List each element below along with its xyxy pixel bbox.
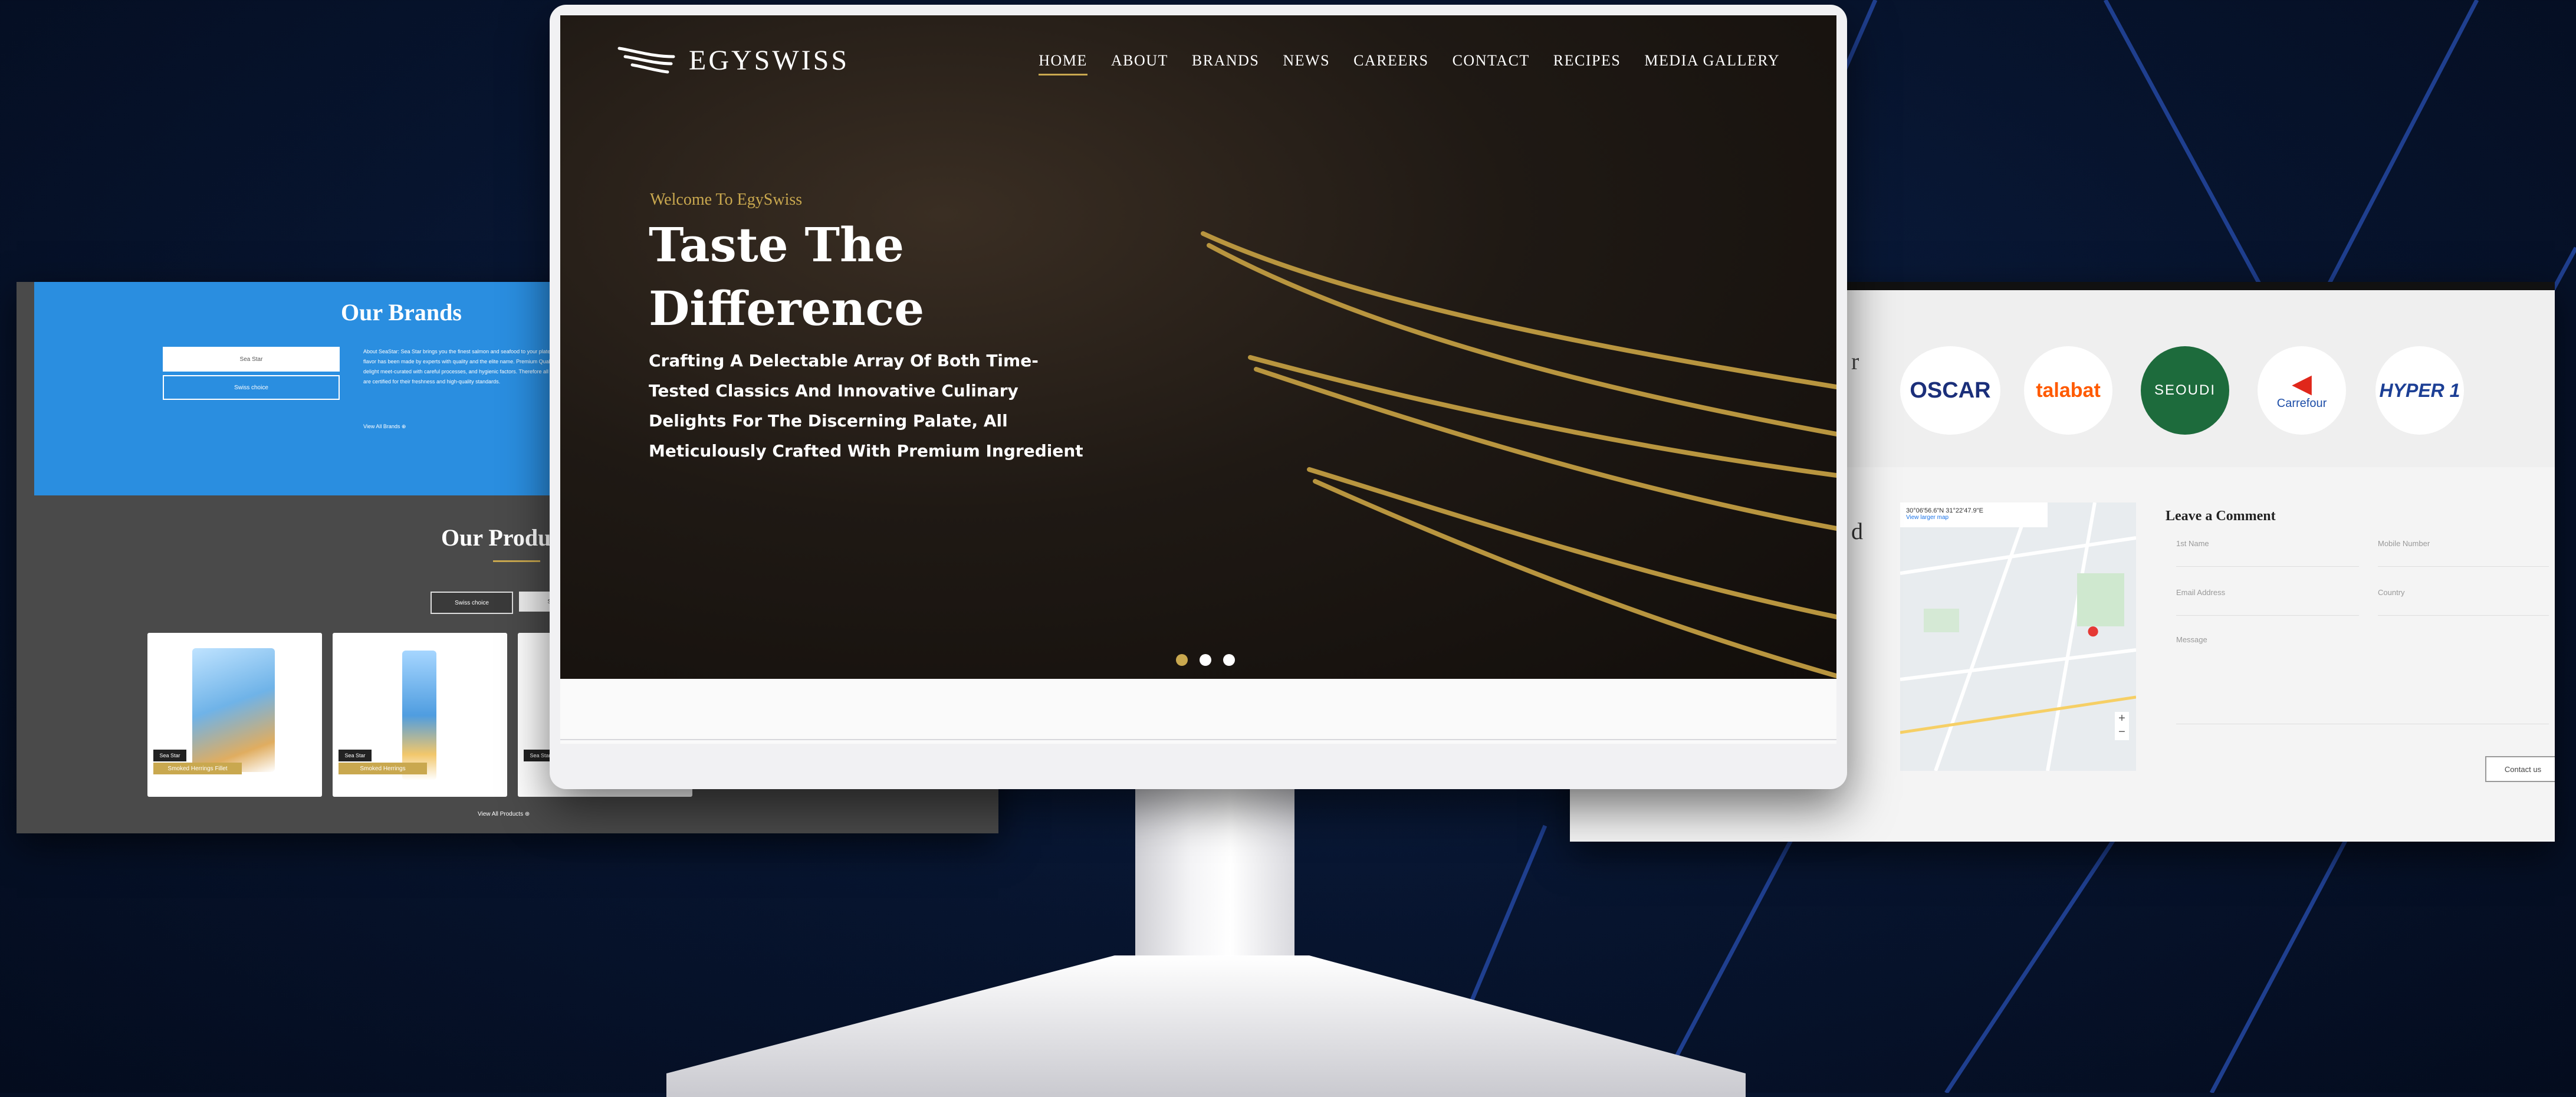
hero-subtitle: Crafting A Delectable Array Of Both Time… [649,351,1083,461]
wing-logo-decoration [1201,231,1836,678]
product-card[interactable]: Sea Star Smoked Herrings Fillet [147,633,322,797]
partners-heading-fragment: r [1851,348,1859,375]
message-field[interactable]: Message [2176,635,2549,724]
brands-title: Our Brands [341,299,462,326]
wing-logo-icon [617,47,675,74]
partner-logo-seoudi[interactable]: SEOUDI [2141,346,2229,435]
brand-button-swiss-choice[interactable]: Swiss choice [163,375,340,400]
site-brand[interactable]: EGYSWISS [617,44,849,77]
product-card[interactable]: Sea Star Smoked Herrings [333,633,507,797]
carrefour-logo-text: Carrefour [2276,396,2327,410]
nav-item-contact[interactable]: CONTACT [1453,52,1530,70]
hero-welcome: Welcome To EgySwiss [650,191,803,209]
product-caption: Smoked Herrings Fillet [153,763,242,774]
email-field[interactable]: Email Address [2176,588,2359,616]
view-all-brands-link[interactable]: View All Brands ⊕ [363,423,406,430]
product-caption: Smoked Herrings [339,763,427,774]
hyper1-logo-text: HYPER 1 [2379,379,2460,401]
carousel-dots [1176,654,1235,666]
filter-button-swiss-choice[interactable]: Swiss choice [431,592,513,614]
nav-item-media-gallery[interactable]: MEDIA GALLERY [1644,52,1780,70]
seoudi-logo-text: SEOUDI [2154,382,2216,398]
partner-logo-carrefour[interactable]: ◀ Carrefour [2258,346,2346,435]
product-badge: Sea Star [153,750,186,761]
monitor-stand-base [666,955,1746,1097]
partner-logo-talabat[interactable]: talabat [2024,346,2112,435]
country-field[interactable]: Country [2378,588,2549,616]
monitor-chin-divider [560,739,1836,740]
location-map[interactable]: 30°06'56.6"N 31°22'47.9"E View larger ma… [1900,502,2136,771]
carrefour-icon: ◀ [2292,369,2312,398]
hero-title: Taste The Difference [649,217,925,336]
view-all-products-link[interactable]: View All Products ⊕ [478,811,530,817]
products-title-underline [493,560,540,562]
nav-item-news[interactable]: NEWS [1283,52,1330,70]
product-image [402,651,436,780]
mobile-field[interactable]: Mobile Number [2378,539,2549,567]
map-roads [1900,502,2136,771]
hero-screen: EGYSWISS HOME ABOUT BRANDS NEWS CAREERS … [560,15,1836,679]
brand-name: EGYSWISS [689,44,850,76]
product-badge: Sea Star [339,750,372,761]
nav-item-careers[interactable]: CAREERS [1353,52,1429,70]
comment-form-title: Leave a Comment [2166,508,2276,524]
section-heading-fragment: d [1851,518,1863,544]
product-image [192,648,275,772]
nav-item-recipes[interactable]: RECIPES [1553,52,1621,70]
first-name-field[interactable]: 1st Name [2176,539,2359,567]
nav-item-home[interactable]: HOME [1039,52,1087,75]
talabat-logo-text: talabat [2036,379,2101,402]
brand-button-seastar[interactable]: Sea Star [163,347,340,372]
contact-us-button[interactable]: Contact us [2485,756,2555,782]
partner-logo-oscar[interactable]: OSCAR [1900,346,2000,435]
map-zoom-controls[interactable]: + − [2115,712,2129,740]
monitor-chin [560,679,1836,744]
carousel-dot-3[interactable] [1223,654,1235,666]
map-coordinates: 30°06'56.6"N 31°22'47.9"E View larger ma… [1900,502,2048,527]
map-coordinates-text: 30°06'56.6"N 31°22'47.9"E [1906,507,1983,514]
carousel-dot-1[interactable] [1176,654,1188,666]
nav-item-brands[interactable]: BRANDS [1192,52,1259,70]
nav-item-about[interactable]: ABOUT [1111,52,1168,70]
map-pin-icon[interactable]: ● [2086,618,2100,644]
carousel-dot-2[interactable] [1200,654,1211,666]
partner-logo-hyper1[interactable]: HYPER 1 [2375,346,2464,435]
view-larger-map-link[interactable]: View larger map [1906,514,2042,521]
main-nav: HOME ABOUT BRANDS NEWS CAREERS CONTACT R… [1039,52,1780,75]
oscar-logo-text: OSCAR [1910,377,1991,403]
monitor: EGYSWISS HOME ABOUT BRANDS NEWS CAREERS … [550,5,1847,789]
